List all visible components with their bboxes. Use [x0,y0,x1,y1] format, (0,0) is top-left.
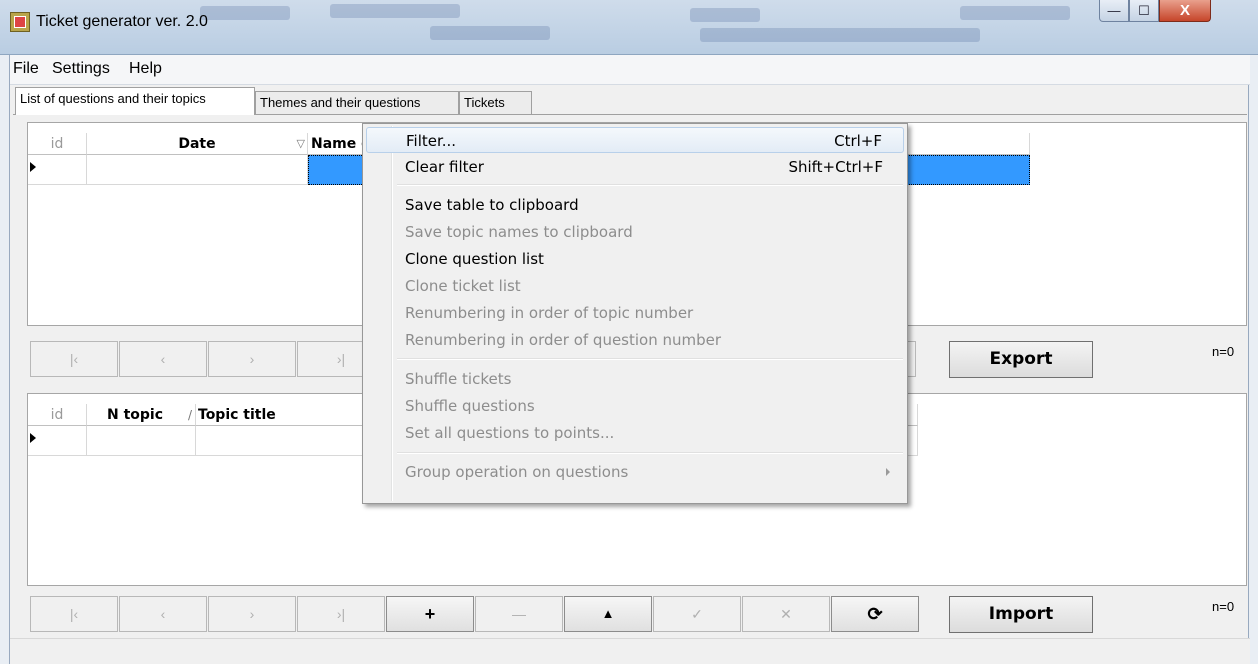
ntopic-header-label: N topic [107,407,164,423]
menu-separator [397,358,903,360]
count-label-bottom: n=0 [1212,599,1235,614]
app-icon [10,12,30,32]
nav-prior-button[interactable]: ‹ [119,341,207,377]
nav-last-button[interactable]: ›| [297,596,385,632]
nav-next-button[interactable]: › [208,596,296,632]
export-button[interactable]: Export [949,341,1093,378]
tab-questions-topics[interactable]: List of questions and their topics [15,87,255,115]
nav-prior-button[interactable]: ‹ [119,596,207,632]
menu-item-filter[interactable]: Filter... Ctrl+F [366,127,904,153]
column-header-date[interactable]: Date ▽ [87,133,308,155]
menu-item-save-topics[interactable]: Save topic names to clipboard [366,219,904,245]
sort-icon: / [187,408,192,422]
sort-icon: ▽ [296,137,305,150]
nav-first-button[interactable]: |‹ [30,596,118,632]
maximize-button[interactable]: ☐ [1129,0,1159,22]
clear-filter-label: Clear filter [405,158,484,176]
save-topics-label: Save topic names to clipboard [405,223,633,241]
renumber-question-label: Renumbering in order of question number [405,331,722,349]
menu-item-renumber-question[interactable]: Renumbering in order of question number [366,327,904,353]
renumber-topic-label: Renumbering in order of topic number [405,304,694,322]
menu-item-clone-question[interactable]: Clone question list [366,246,904,272]
nav-delete-button[interactable]: — [475,596,563,632]
column-header-id[interactable]: id [28,133,87,155]
nav-cancel-button[interactable]: ✕ [742,596,830,632]
clone-ticket-label: Clone ticket list [405,277,521,295]
shuffle-tickets-label: Shuffle tickets [405,370,512,388]
menu-item-shuffle-tickets[interactable]: Shuffle tickets [366,366,904,392]
tab-tickets[interactable]: Tickets [459,91,532,114]
minimize-button[interactable]: — [1099,0,1129,22]
nav-insert-button[interactable]: + [386,596,474,632]
menu-item-group-operation[interactable]: Group operation on questions [366,459,904,485]
title-bar[interactable]: Ticket generator ver. 2.0 — ☐ X [0,0,1258,55]
row-indicator-cell [28,426,87,456]
nav-refresh-button[interactable]: ⟳ [831,596,919,632]
window-title: Ticket generator ver. 2.0 [36,13,208,30]
nav-next-button[interactable]: › [208,341,296,377]
menu-item-set-points[interactable]: Set all questions to points... [366,420,904,446]
submenu-arrow-icon [886,468,890,476]
nav-edit-button[interactable]: ✓ [653,596,741,632]
row-indicator-cell [28,155,87,185]
filter-shortcut: Ctrl+F [834,132,882,150]
menu-help[interactable]: Help [129,60,162,78]
menu-item-save-table[interactable]: Save table to clipboard [366,192,904,218]
clone-question-label: Clone question list [405,250,544,268]
import-button[interactable]: Import [949,596,1093,633]
status-bar [10,638,1250,664]
menu-item-clone-ticket[interactable]: Clone ticket list [366,273,904,299]
menu-item-shuffle-questions[interactable]: Shuffle questions [366,393,904,419]
column-header-ntopic[interactable]: N topic / [87,404,196,426]
menu-item-renumber-topic[interactable]: Renumbering in order of topic number [366,300,904,326]
close-button[interactable]: X [1159,0,1211,22]
date-cell[interactable] [87,155,308,185]
row-indicator-icon [30,433,36,443]
column-header-id[interactable]: id [28,404,87,426]
menu-file[interactable]: File [13,60,39,78]
filter-label: Filter... [406,132,457,150]
menu-item-clear-filter[interactable]: Clear filter Shift+Ctrl+F [366,154,904,180]
menu-settings[interactable]: Settings [52,60,110,78]
menu-bar: File Settings Help [10,55,1250,85]
tab-themes-questions[interactable]: Themes and their questions [255,91,459,114]
nav-post-button[interactable]: ▲ [564,596,652,632]
ntopic-cell[interactable] [87,426,196,456]
row-indicator-icon [30,162,36,172]
menu-separator [397,452,903,454]
group-operation-label: Group operation on questions [405,463,629,481]
date-header-label: Date [178,136,216,152]
menu-separator [397,184,903,186]
clear-filter-shortcut: Shift+Ctrl+F [788,158,883,176]
count-label-top: n=0 [1212,344,1235,359]
context-menu: Filter... Ctrl+F Clear filter Shift+Ctrl… [362,123,908,504]
nav-first-button[interactable]: |‹ [30,341,118,377]
set-points-label: Set all questions to points... [405,424,615,442]
shuffle-questions-label: Shuffle questions [405,397,535,415]
save-table-label: Save table to clipboard [405,196,579,214]
